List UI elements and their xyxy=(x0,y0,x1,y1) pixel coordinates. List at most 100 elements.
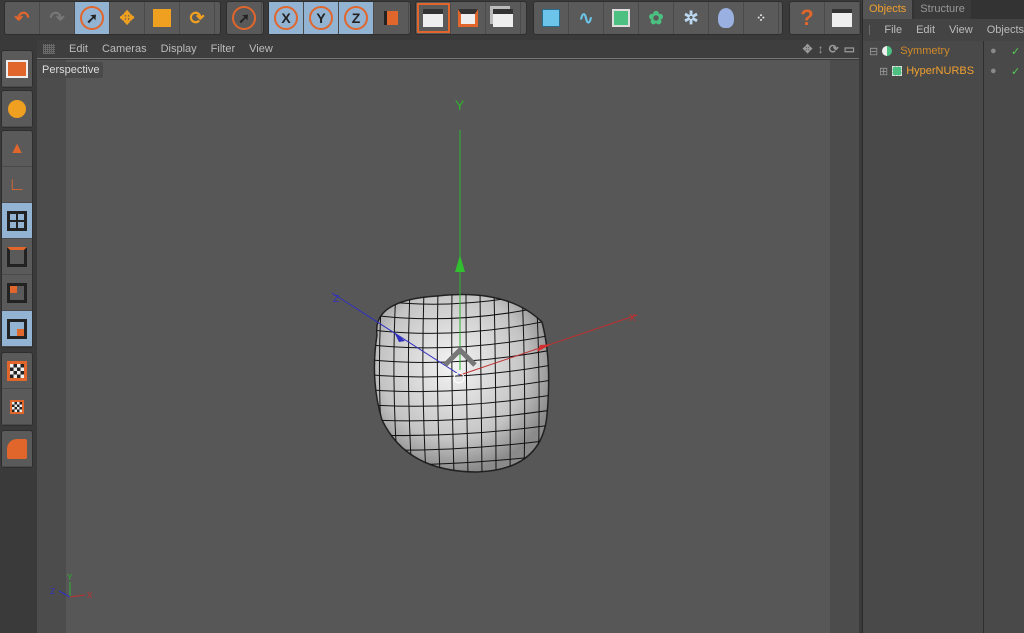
render-settings-button[interactable] xyxy=(486,2,521,34)
object-name[interactable]: Symmetry xyxy=(900,45,950,57)
menu-cameras[interactable]: Cameras xyxy=(102,43,147,55)
render-view-button[interactable] xyxy=(416,2,451,34)
collapse-icon[interactable]: ⊟ xyxy=(869,45,878,58)
model-mode-button[interactable]: ▲ xyxy=(2,131,32,167)
redo-icon: ↷ xyxy=(49,7,65,28)
world-axis-indicator: Y X Z xyxy=(50,573,93,600)
symmetry-icon xyxy=(882,46,893,56)
scale-icon xyxy=(153,9,171,27)
menu-display[interactable]: Display xyxy=(161,43,197,55)
texture-mode-button[interactable] xyxy=(2,353,32,389)
viewport-scene: Y X Z Y X Z xyxy=(50,97,638,600)
object-row-symmetry[interactable]: ⊟ Symmetry ● ✓ xyxy=(863,41,1024,61)
y-axis-button[interactable]: Y xyxy=(304,2,339,34)
rotate-view-icon[interactable]: ⟳ xyxy=(829,42,839,56)
menu-objects[interactable]: Objects xyxy=(987,24,1024,36)
menu-filter[interactable]: Filter xyxy=(211,43,235,55)
edges-mode-button[interactable] xyxy=(2,239,32,275)
model-mode-icon: ▲ xyxy=(9,139,25,157)
drag-handle-icon[interactable] xyxy=(43,44,55,54)
z-axis-button[interactable]: Z xyxy=(339,2,374,34)
visibility-dot-icon[interactable]: ● xyxy=(990,45,997,57)
uvw-mode-button[interactable] xyxy=(2,311,32,347)
environment-icon xyxy=(718,8,734,28)
coordinate-system-button[interactable] xyxy=(374,2,409,34)
drag-handle-icon[interactable] xyxy=(869,25,871,35)
tab-structure[interactable]: Structure xyxy=(914,0,971,19)
menu-file[interactable]: File xyxy=(884,24,902,36)
object-row-hypernurbs[interactable]: ⊞ HyperNURBS ● ✓ xyxy=(863,61,1024,81)
render-settings-icon xyxy=(493,9,513,27)
nurbs-button[interactable] xyxy=(604,2,639,34)
enabled-check-icon[interactable]: ✓ xyxy=(1011,45,1020,58)
object-axis-icon: ∟ xyxy=(8,174,26,194)
points-mode-button[interactable] xyxy=(2,203,32,239)
enabled-check-icon[interactable]: ✓ xyxy=(1011,65,1020,78)
deformer-button[interactable]: ✲ xyxy=(674,2,709,34)
layout-button[interactable] xyxy=(2,51,32,87)
environment-button[interactable] xyxy=(709,2,744,34)
viewport-menu-bar: Edit Cameras Display Filter View ✥ ↕ ⟳ ▭ xyxy=(37,40,859,59)
texture-mode-icon xyxy=(7,360,27,381)
menu-edit[interactable]: Edit xyxy=(69,43,88,55)
rotate-icon: ⟳ xyxy=(189,7,205,28)
cube-primitive-icon xyxy=(542,9,560,27)
menu-edit[interactable]: Edit xyxy=(916,24,935,36)
redo-button[interactable]: ↷ xyxy=(40,2,75,34)
select-tool-button[interactable]: ➚ xyxy=(75,2,110,34)
particles-button[interactable]: ⁘ xyxy=(744,2,779,34)
object-axis-button[interactable]: ∟ xyxy=(2,167,32,203)
hypernurbs-icon xyxy=(892,66,903,76)
undo-icon: ↶ xyxy=(14,7,30,28)
maximize-view-icon[interactable]: ▭ xyxy=(844,42,855,56)
undo-button[interactable]: ↶ xyxy=(5,2,40,34)
coordinate-system-icon xyxy=(384,11,398,25)
array-icon: ✿ xyxy=(648,7,664,28)
primitives-icon xyxy=(7,438,27,459)
z-axis-label: Z xyxy=(333,294,339,305)
layout-icon xyxy=(6,59,28,78)
render-view-icon xyxy=(423,9,443,27)
x-axis-lock-icon: X xyxy=(274,6,298,30)
nurbs-icon xyxy=(612,9,630,27)
help-table-icon xyxy=(832,9,852,27)
svg-text:Z: Z xyxy=(50,587,55,596)
convert-icon xyxy=(8,99,26,118)
menu-view[interactable]: View xyxy=(249,43,273,55)
main-toolbar: ↶ ↷ ➚ ✥ ⟳ ➚ X Y Z ∿ ✿ ✲ ⁘ ? xyxy=(0,0,862,38)
svg-text:X: X xyxy=(87,591,93,600)
perspective-viewport[interactable]: Y X Z Y X Z xyxy=(37,60,859,633)
help-table-button[interactable] xyxy=(825,2,860,34)
edges-mode-icon xyxy=(7,246,27,267)
render-picture-viewer-button[interactable] xyxy=(451,2,486,34)
x-axis-button[interactable]: X xyxy=(269,2,304,34)
spline-button[interactable]: ∿ xyxy=(569,2,604,34)
zoom-view-icon[interactable]: ↕ xyxy=(818,42,824,56)
cube-button[interactable] xyxy=(534,2,569,34)
svg-text:Y: Y xyxy=(67,573,73,582)
workplane-button[interactable] xyxy=(2,389,32,425)
menu-view[interactable]: View xyxy=(949,24,973,36)
help-button[interactable]: ? xyxy=(790,2,825,34)
primitives-button[interactable] xyxy=(2,431,32,467)
render-picture-viewer-icon xyxy=(458,9,478,27)
pan-view-icon[interactable]: ✥ xyxy=(803,42,813,56)
expand-icon[interactable]: ⊞ xyxy=(879,65,888,78)
particles-icon: ⁘ xyxy=(755,11,767,25)
select-arrow-icon: ➚ xyxy=(80,6,104,30)
uvw-mode-icon xyxy=(7,318,27,339)
array-button[interactable]: ✿ xyxy=(639,2,674,34)
live-selection-button[interactable]: ➚ xyxy=(227,2,262,34)
scale-tool-button[interactable] xyxy=(145,2,180,34)
object-name[interactable]: HyperNURBS xyxy=(906,65,974,77)
deformer-icon: ✲ xyxy=(683,7,699,28)
tab-objects[interactable]: Objects xyxy=(863,0,913,19)
y-axis-lock-icon: Y xyxy=(309,6,333,30)
visibility-dot-icon[interactable]: ● xyxy=(990,65,997,77)
move-tool-button[interactable]: ✥ xyxy=(110,2,145,34)
camera-label[interactable]: Perspective xyxy=(38,62,104,78)
move-icon: ✥ xyxy=(119,7,135,28)
convert-button[interactable] xyxy=(2,91,32,127)
rotate-tool-button[interactable]: ⟳ xyxy=(180,2,215,34)
polygons-mode-button[interactable] xyxy=(2,275,32,311)
